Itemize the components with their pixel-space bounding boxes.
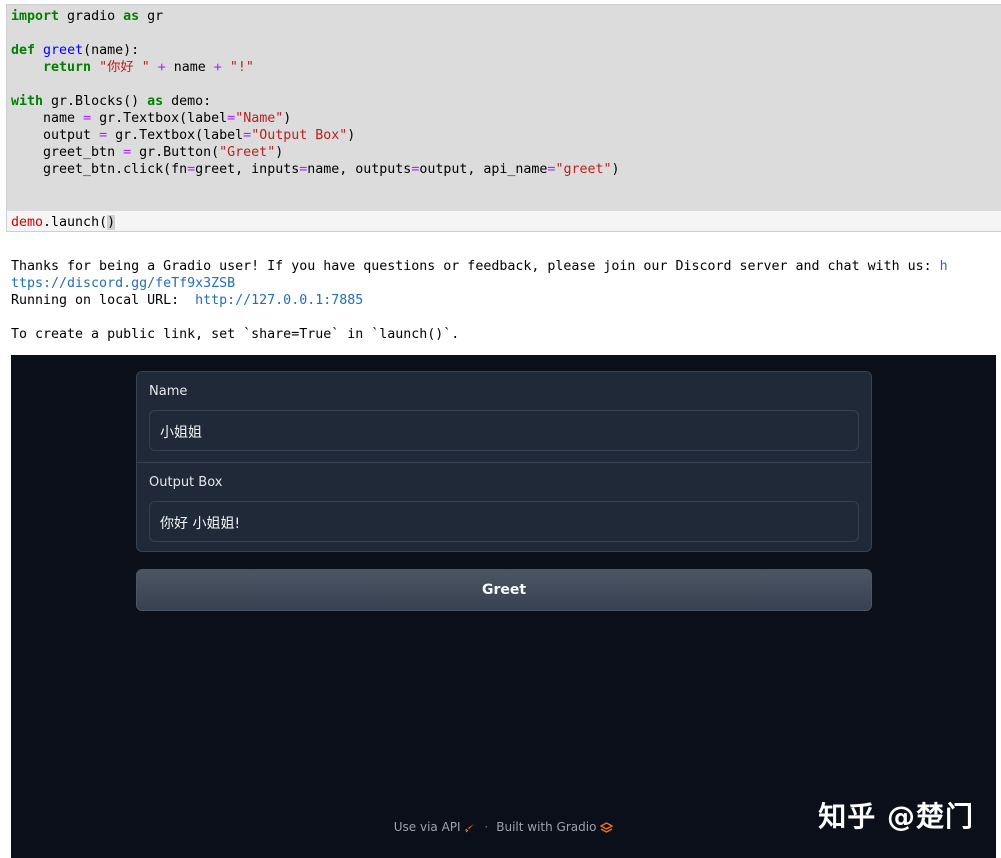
- form-panel: Name 小姐姐 Output Box 你好 小姐姐!: [136, 371, 872, 552]
- output-label: Output Box: [149, 475, 223, 490]
- name-input[interactable]: 小姐姐: [149, 410, 859, 451]
- rocket-icon: [464, 820, 476, 834]
- code-cell[interactable]: import gradio as gr def greet(name): ret…: [6, 4, 1001, 232]
- discord-link[interactable]: h: [940, 259, 948, 274]
- code-line-click: greet_btn.click(fn=greet, inputs=name, o…: [11, 162, 620, 177]
- output-line-share: To create a public link, set `share=True…: [11, 327, 460, 342]
- code-line-import: import gradio as gr: [11, 9, 164, 24]
- code-line-return: return "你好 " + name + "!": [43, 60, 254, 75]
- zhihu-watermark: 知乎 @楚门: [818, 800, 974, 833]
- local-url-link[interactable]: http://127.0.0.1:7885: [195, 293, 363, 308]
- code-editor[interactable]: import gradio as gr def greet(name): ret…: [7, 5, 1001, 211]
- footer-separator: ·: [484, 820, 489, 834]
- output-line-discord: Thanks for being a Gradio user! If you h…: [11, 259, 948, 274]
- discord-link-cont[interactable]: ttps://discord.gg/feTf9x3ZSB: [11, 276, 235, 291]
- use-via-api-link[interactable]: Use via API: [394, 820, 477, 834]
- output-block: Output Box 你好 小姐姐!: [137, 462, 871, 551]
- code-line-name: name = gr.Textbox(label="Name"): [11, 111, 292, 126]
- cell-output: Thanks for being a Gradio user! If you h…: [11, 258, 1001, 343]
- gradio-logo-icon: [599, 820, 614, 834]
- output-textbox[interactable]: 你好 小姐姐!: [149, 501, 859, 542]
- output-line-url: Running on local URL: http://127.0.0.1:7…: [11, 293, 364, 308]
- greet-button[interactable]: Greet: [136, 569, 872, 611]
- built-with-gradio-link[interactable]: Built with Gradio: [496, 820, 614, 834]
- code-line-button: greet_btn = gr.Button("Greet"): [11, 145, 284, 160]
- code-line-launch: demo.launch(): [11, 215, 116, 230]
- code-line-def: def greet(name):: [11, 43, 140, 58]
- name-label: Name: [149, 384, 188, 399]
- code-lines: import gradio as gr def greet(name): ret…: [11, 8, 620, 178]
- code-line-output: output = gr.Textbox(label="Output Box"): [11, 128, 356, 143]
- name-block: Name 小姐姐: [137, 372, 871, 462]
- gradio-app: Name 小姐姐 Output Box 你好 小姐姐! Greet Use vi…: [11, 355, 996, 858]
- code-line-with: with gr.Blocks() as demo:: [11, 94, 212, 109]
